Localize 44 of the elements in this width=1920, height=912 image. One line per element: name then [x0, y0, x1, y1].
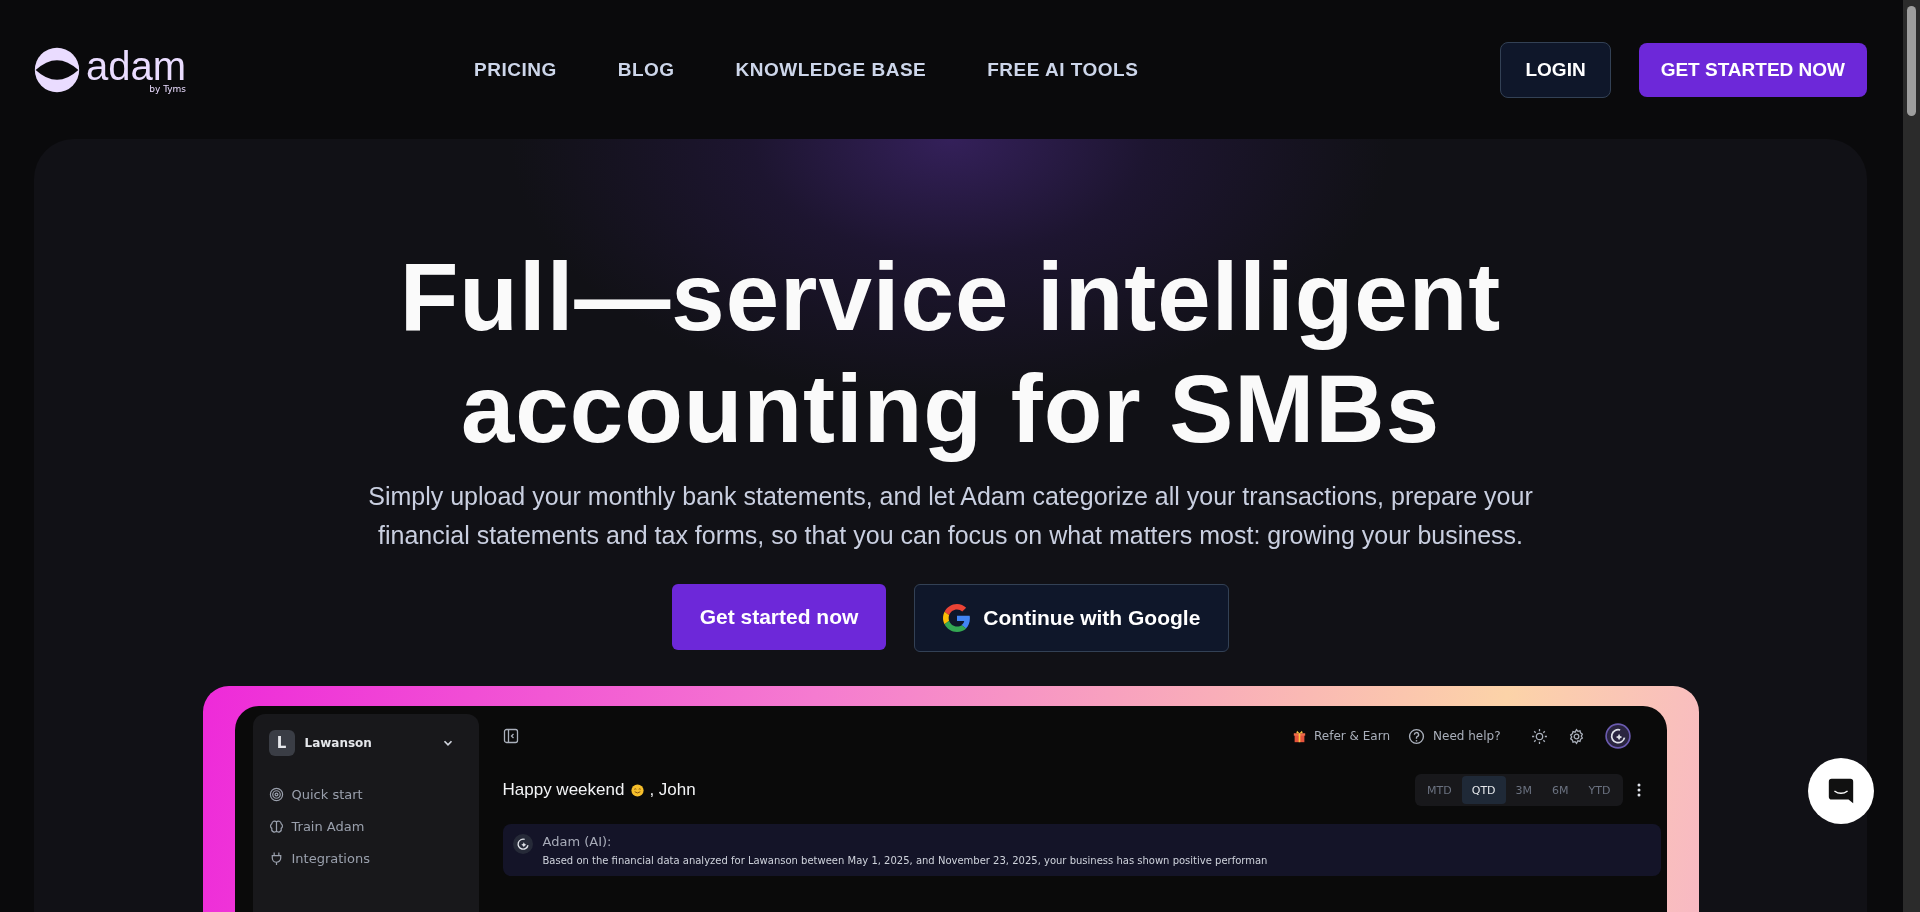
- nav-link[interactable]: FREE AI TOOLS: [987, 58, 1139, 81]
- message-text: Based on the financial data analyzed for Lawanson between May 1, 2025, and November 23, 2025, your business has shown positive performan: [542, 855, 1268, 866]
- refer-link[interactable]: Refer & Earn: [1314, 729, 1390, 743]
- period-tab[interactable]: MTD: [1417, 776, 1462, 804]
- nav-link[interactable]: PRICING: [474, 58, 557, 81]
- help-link[interactable]: Need help?: [1433, 729, 1501, 743]
- sidebar-item[interactable]: Quick start: [268, 778, 463, 810]
- ai-avatar-icon: [512, 834, 533, 854]
- help-icon: [1408, 727, 1425, 745]
- period-tab[interactable]: 6M: [1542, 776, 1579, 804]
- sidebar-item[interactable]: Integrations: [268, 842, 463, 874]
- hero-heading: Full—service intelligent: [399, 242, 1502, 352]
- get-started-button[interactable]: GET STARTED NOW: [1638, 42, 1867, 97]
- workspace-avatar: L: [268, 730, 295, 756]
- sun-icon[interactable]: [1530, 727, 1548, 745]
- get-started-button[interactable]: Get started now: [671, 584, 887, 650]
- greeting-name: , John: [649, 780, 696, 800]
- target-icon: [268, 786, 284, 802]
- greeting-text: Happy weekend: [502, 780, 625, 800]
- google-icon: [943, 604, 972, 632]
- nav-link[interactable]: BLOG: [617, 58, 675, 81]
- chat-icon: [1826, 776, 1856, 806]
- ai-avatar-icon[interactable]: [1604, 723, 1631, 749]
- period-tab[interactable]: YTD: [1578, 776, 1621, 804]
- brain-icon: [268, 818, 284, 834]
- more-icon[interactable]: [1636, 782, 1641, 798]
- smiley-icon: [631, 783, 645, 797]
- period-tab[interactable]: 3M: [1505, 776, 1543, 804]
- login-button[interactable]: LOGIN: [1500, 41, 1611, 98]
- hero-subtitle: Simply upload your monthly bank statements, and let Adam categorize all your transactions, prepare your financial statements and tax forms, so that you can focus on what matters most: growing your business.: [367, 481, 1534, 551]
- sidebar-toggle-icon[interactable]: [502, 728, 519, 744]
- hero-heading: accounting for SMBs: [460, 354, 1440, 464]
- workspace-name[interactable]: Lawanson: [304, 736, 431, 750]
- settings-icon[interactable]: [1567, 727, 1585, 745]
- sidebar-item[interactable]: Train Adam: [268, 810, 463, 842]
- logo-wordmark: adam: [86, 45, 187, 86]
- gift-icon: [1293, 729, 1307, 743]
- message-author: Adam (AI):: [542, 834, 613, 849]
- logo-icon: [34, 46, 80, 93]
- period-tab[interactable]: QTD: [1461, 776, 1506, 804]
- scrollbar[interactable]: [1903, 0, 1920, 912]
- nav-link[interactable]: KNOWLEDGE BASE: [735, 58, 927, 81]
- google-button[interactable]: Continue with Google: [914, 584, 1230, 652]
- logo-tagline: by Tyms: [149, 83, 187, 94]
